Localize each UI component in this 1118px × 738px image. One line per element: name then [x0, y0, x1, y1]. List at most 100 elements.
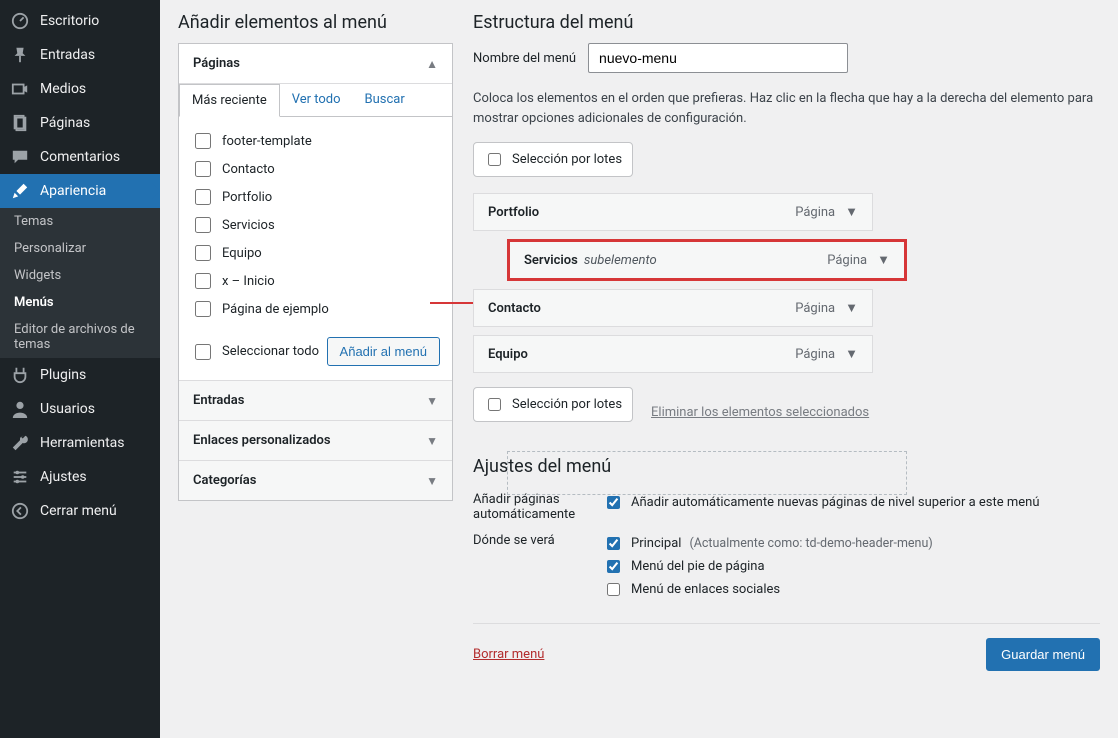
sidebar-item-medios[interactable]: Medios [0, 72, 160, 106]
page-item-checkbox[interactable] [195, 189, 211, 205]
sidebar-item-plugins[interactable]: Plugins [0, 358, 160, 392]
acc-cats-head[interactable]: Categorías ▼ [179, 460, 452, 500]
batch-select-top[interactable]: Selección por lotes [473, 142, 633, 177]
sidebar-item-páginas[interactable]: Páginas [0, 106, 160, 140]
sidebar-item-label: Apariencia [40, 183, 106, 199]
page-item-label: x – Inicio [222, 274, 275, 289]
page-item-checkbox[interactable] [195, 161, 211, 177]
structure-column: Estructura del menú Nombre del menú Colo… [473, 8, 1100, 720]
caret-up-icon: ▲ [426, 57, 438, 71]
batch-checkbox-top[interactable] [488, 153, 501, 166]
page-item-checkbox[interactable] [195, 245, 211, 261]
accordion: Páginas ▲ Más reciente Ver todo Buscar f… [178, 43, 453, 501]
loc-footer-checkbox[interactable] [607, 560, 620, 573]
dashboard-icon [10, 12, 30, 30]
menu-item-type: Página [795, 205, 835, 220]
page-item-label: footer-template [222, 134, 312, 149]
chevron-down-icon[interactable]: ▼ [845, 300, 858, 316]
delete-selected-link[interactable]: Eliminar los elementos seleccionados [651, 405, 869, 420]
sidebar-item-apariencia[interactable]: Apariencia [0, 174, 160, 208]
sidebar-subitem-menús[interactable]: Menús [0, 289, 160, 316]
auto-add-checkbox[interactable] [607, 496, 620, 509]
menu-item-type: Página [827, 253, 867, 268]
loc-social[interactable]: Menú de enlaces sociales [603, 578, 1100, 601]
loc-main-text: Principal [631, 536, 681, 551]
tab-recent[interactable]: Más reciente [179, 84, 280, 117]
add-items-heading: Añadir elementos al menú [178, 12, 453, 33]
page-item-row[interactable]: footer-template [191, 127, 440, 155]
sidebar-item-herramientas[interactable]: Herramientas [0, 426, 160, 460]
loc-footer[interactable]: Menú del pie de página [603, 555, 1100, 578]
page-item-checkbox[interactable] [195, 301, 211, 317]
menu-items-list: PortfolioPágina▼ServiciossubelementoPági… [473, 193, 1100, 373]
menu-item-servicios[interactable]: ServiciossubelementoPágina▼ [507, 239, 907, 281]
menu-name-label: Nombre del menú [473, 51, 576, 66]
select-all-checkbox[interactable] [195, 344, 211, 360]
sidebar-item-comentarios[interactable]: Comentarios [0, 140, 160, 174]
acc-pages-head[interactable]: Páginas ▲ [179, 44, 452, 83]
caret-down-icon: ▼ [426, 434, 438, 448]
add-to-menu-button[interactable]: Añadir al menú [327, 337, 440, 366]
acc-pages-title: Páginas [193, 56, 240, 71]
select-all-label: Seleccionar todo [222, 344, 319, 359]
sidebar-item-entradas[interactable]: Entradas [0, 38, 160, 72]
auto-add-label: Añadir páginas automáticamente [473, 491, 583, 522]
tool-icon [10, 434, 30, 452]
menu-item-type: Página [795, 347, 835, 362]
acc-custom-head[interactable]: Enlaces personalizados ▼ [179, 420, 452, 460]
sidebar-item-usuarios[interactable]: Usuarios [0, 392, 160, 426]
batch-select-bottom[interactable]: Selección por lotes [473, 387, 633, 422]
chevron-down-icon[interactable]: ▼ [877, 252, 890, 268]
delete-menu-link[interactable]: Borrar menú [473, 647, 544, 662]
menu-item-equipo[interactable]: Equipo Página ▼ [473, 335, 873, 373]
page-item-row[interactable]: Portfolio [191, 183, 440, 211]
brush-icon [10, 182, 30, 200]
sidebar-subitem-temas[interactable]: Temas [0, 208, 160, 235]
sidebar-item-label: Medios [40, 81, 86, 97]
structure-heading: Estructura del menú [473, 12, 1100, 33]
sidebar-item-ajustes[interactable]: Ajustes [0, 460, 160, 494]
batch-checkbox-bottom[interactable] [488, 398, 501, 411]
pages-tabs: Más reciente Ver todo Buscar [179, 84, 452, 117]
menu-item-type: Página [795, 301, 835, 316]
sidebar-subitem-personalizar[interactable]: Personalizar [0, 235, 160, 262]
page-item-row[interactable]: Contacto [191, 155, 440, 183]
sidebar-item-cerrar-menú[interactable]: Cerrar menú [0, 494, 160, 528]
sidebar-item-label: Cerrar menú [40, 503, 117, 519]
chevron-down-icon[interactable]: ▼ [845, 204, 858, 220]
main-area: Añadir elementos al menú Páginas ▲ Más r… [160, 0, 1118, 738]
sidebar-subitem-widgets[interactable]: Widgets [0, 262, 160, 289]
tab-all[interactable]: Ver todo [280, 84, 353, 116]
page-item-row[interactable]: Servicios [191, 211, 440, 239]
page-item-checkbox[interactable] [195, 133, 211, 149]
add-items-column: Añadir elementos al menú Páginas ▲ Más r… [178, 8, 453, 720]
chevron-down-icon[interactable]: ▼ [845, 346, 858, 362]
select-all-row[interactable]: Seleccionar todo [191, 338, 319, 366]
auto-add-text: Añadir automáticamente nuevas páginas de… [631, 495, 1040, 510]
acc-custom-title: Enlaces personalizados [193, 433, 331, 448]
sidebar-subitem-editor-de-archivos-de-temas[interactable]: Editor de archivos de temas [0, 316, 160, 358]
page-item-row[interactable]: Página de ejemplo [191, 295, 440, 323]
menu-item-portfolio[interactable]: PortfolioPágina▼ [473, 193, 873, 231]
menu-item-title: Contacto [488, 301, 541, 316]
loc-main[interactable]: Principal (Actualmente como: td-demo-hea… [603, 532, 1100, 555]
menu-item-contacto[interactable]: Contacto Página ▼ [473, 289, 873, 327]
page-item-label: Página de ejemplo [222, 302, 329, 317]
menu-item-title: Servicios [524, 253, 578, 268]
loc-main-note: (Actualmente como: td-demo-header-menu) [689, 536, 932, 551]
save-menu-button[interactable]: Guardar menú [986, 638, 1100, 671]
sidebar-item-label: Entradas [40, 47, 95, 63]
loc-social-checkbox[interactable] [607, 583, 620, 596]
page-item-row[interactable]: x – Inicio [191, 267, 440, 295]
menu-name-input[interactable] [588, 43, 848, 73]
loc-main-checkbox[interactable] [607, 537, 620, 550]
page-item-row[interactable]: Equipo [191, 239, 440, 267]
caret-down-icon: ▼ [426, 474, 438, 488]
tab-search[interactable]: Buscar [353, 84, 417, 116]
menu-item-title: Equipo [488, 347, 528, 362]
page-item-checkbox[interactable] [195, 273, 211, 289]
acc-entries-head[interactable]: Entradas ▼ [179, 380, 452, 420]
caret-down-icon: ▼ [426, 394, 438, 408]
sidebar-item-escritorio[interactable]: Escritorio [0, 4, 160, 38]
page-item-checkbox[interactable] [195, 217, 211, 233]
